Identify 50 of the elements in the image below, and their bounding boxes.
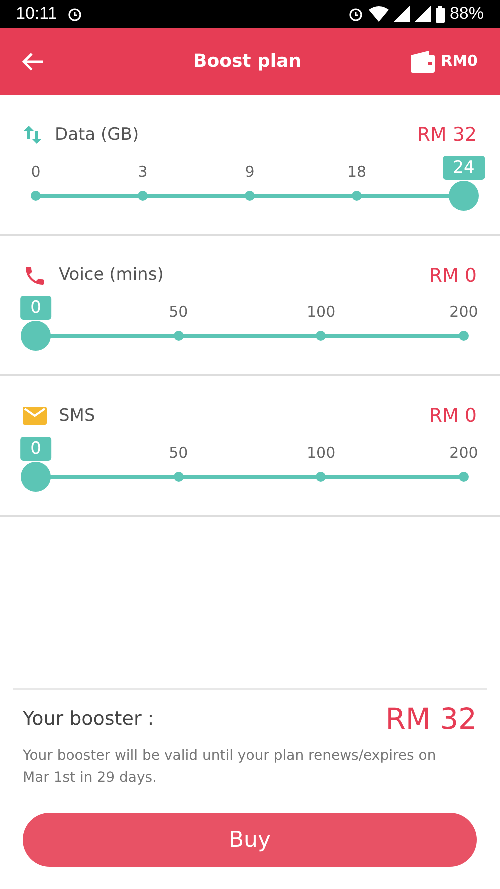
signal-icon: [394, 6, 410, 22]
slider-stop[interactable]: [245, 190, 255, 200]
slider-stop[interactable]: [138, 190, 148, 200]
stop-label: 9: [245, 162, 255, 182]
alarm-icon: [348, 6, 364, 22]
plan-price: RM 0: [429, 264, 477, 288]
envelope-icon: [23, 407, 47, 426]
slider-stop[interactable]: [174, 472, 184, 482]
plan-price: RM 0: [429, 404, 477, 429]
wallet-icon[interactable]: [411, 50, 436, 72]
slider-stop[interactable]: [174, 331, 184, 341]
value-bubble: 24: [443, 156, 485, 180]
validity-note: Your booster will be valid until your plan renews/expires on Mar 1st in 29 days.: [23, 747, 438, 788]
plan-name: Data (GB): [55, 124, 140, 146]
stop-label: 18: [347, 162, 367, 182]
booster-total: RM 32: [386, 700, 477, 738]
stop-label: 100: [307, 442, 336, 462]
slider-stop[interactable]: [31, 190, 41, 200]
slider-stop[interactable]: [352, 190, 362, 200]
stop-label: 3: [138, 162, 148, 182]
signal-icon: [414, 6, 431, 22]
slider-stop[interactable]: [459, 472, 469, 482]
slider-stop[interactable]: [316, 331, 326, 341]
value-bubble: 0: [20, 436, 52, 460]
plan-price: RM 32: [417, 123, 477, 148]
up-down-arrows-icon: [23, 124, 43, 146]
alarm-icon: [67, 6, 84, 22]
stop-label: 200: [450, 442, 478, 462]
slider-stop[interactable]: [316, 472, 326, 482]
battery-percent: 88%: [450, 3, 484, 26]
page-title: Boost plan: [194, 50, 302, 74]
stop-label: 0: [31, 162, 41, 182]
back-arrow-icon[interactable]: [22, 52, 44, 72]
battery-icon: [436, 6, 445, 22]
stop-label: 100: [307, 302, 336, 322]
stop-label: 50: [169, 442, 188, 462]
plan-name: SMS: [59, 404, 96, 428]
slider-thumb[interactable]: [21, 462, 51, 492]
buy-button[interactable]: Buy: [23, 813, 477, 867]
wifi-icon: [368, 6, 389, 22]
status-time: 10:11: [16, 3, 58, 26]
wallet-balance: RM0: [441, 51, 478, 72]
slider-stop[interactable]: [459, 331, 469, 341]
value-bubble: 0: [20, 296, 52, 320]
booster-label: Your booster :: [23, 707, 154, 732]
plan-name: Voice (mins): [59, 264, 164, 287]
stop-label: 200: [450, 302, 478, 322]
slider-thumb[interactable]: [449, 180, 479, 210]
slider-thumb[interactable]: [21, 321, 51, 351]
stop-label: 50: [169, 302, 188, 322]
